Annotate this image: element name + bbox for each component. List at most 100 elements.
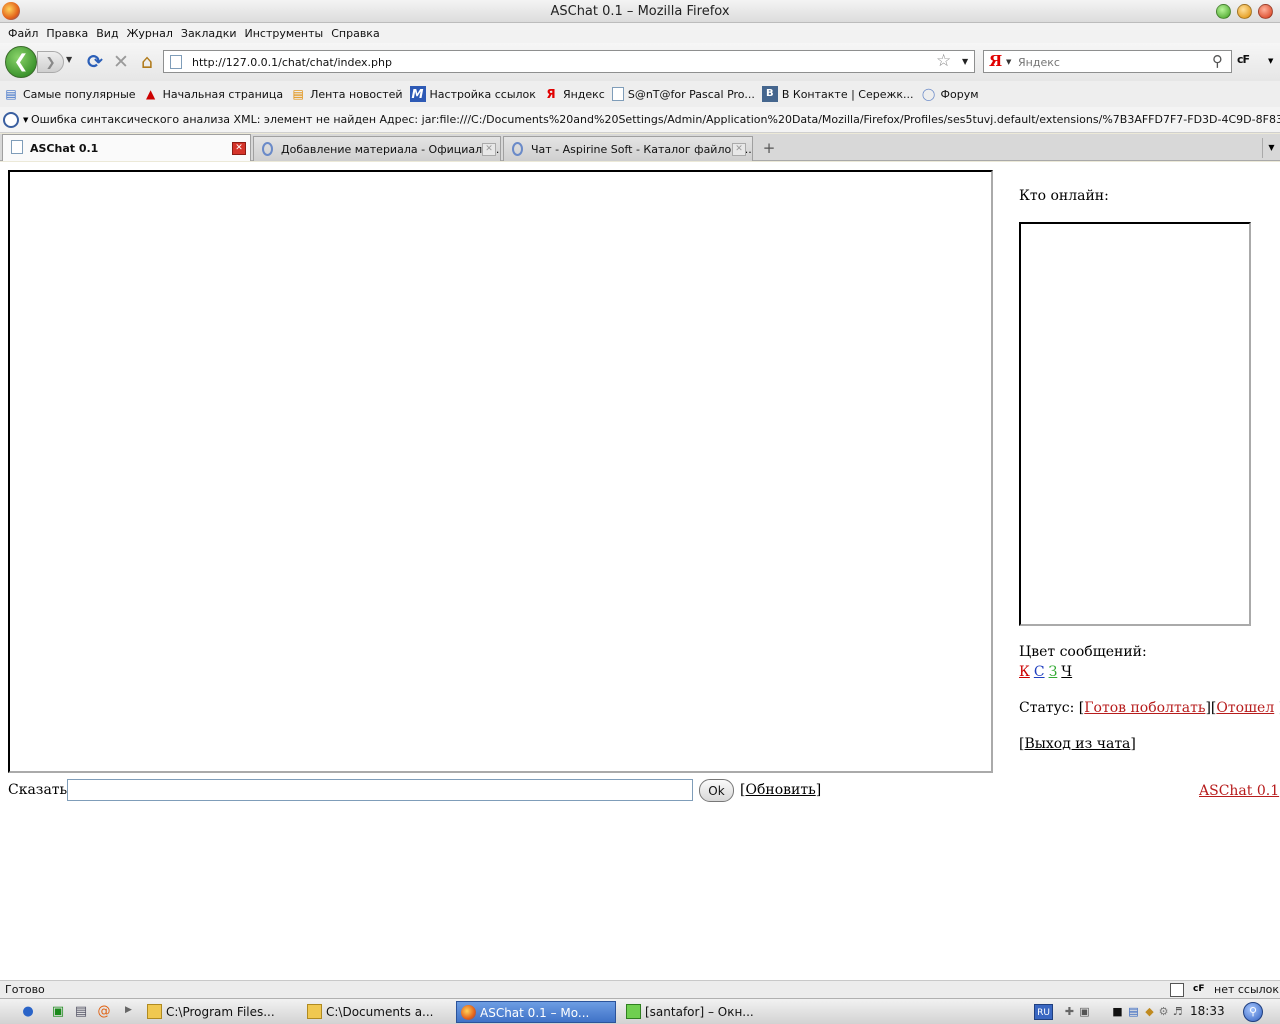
status-ready-link[interactable]: Готов поболтать [1084, 700, 1205, 716]
new-tab-button[interactable]: + [757, 138, 781, 158]
bookmark-most-visited[interactable]: ▤ Самые популярные [3, 86, 135, 102]
tab-list-button[interactable]: ▼ [1262, 138, 1280, 158]
bookmark-news-feed[interactable]: ▤ Лента новостей [290, 86, 402, 102]
window-icon[interactable]: ▤ [73, 1004, 89, 1020]
forward-arrow-icon: ❯ [45, 55, 56, 69]
message-input[interactable] [67, 779, 693, 801]
tab-close-icon[interactable]: ✕ [732, 143, 746, 156]
tray-arrow-icon[interactable]: ✚ [1062, 1004, 1077, 1019]
tab-close-icon[interactable]: ✕ [232, 142, 246, 155]
color-black-link[interactable]: Ч [1061, 664, 1072, 680]
back-arrow-icon: ❮ [13, 51, 29, 72]
network-icon[interactable]: ▣ [1077, 1004, 1092, 1019]
menu-history[interactable]: Журнал [126, 27, 174, 40]
tray-app-icon[interactable]: ■ [1110, 1004, 1125, 1019]
rss-icon: ▤ [292, 87, 304, 101]
task-documents[interactable]: C:\Documents a... [303, 1001, 453, 1023]
message-color-links: КСЗЧ [1019, 664, 1076, 680]
yandex-engine-icon[interactable]: Я [989, 52, 1002, 70]
history-dropdown-icon[interactable]: ▼ [66, 55, 72, 64]
status-text: Готово [5, 983, 45, 996]
page-icon [11, 140, 23, 154]
bookmark-link-settings[interactable]: M Настройка ссылок [409, 86, 536, 102]
bookmark-forum[interactable]: ◯ Форум [921, 86, 979, 102]
plus-icon: + [762, 139, 776, 157]
tray-window-icon[interactable]: ▤ [1126, 1004, 1141, 1019]
url-input[interactable] [192, 54, 932, 70]
task-santafor[interactable]: [santafor] – Окн... [622, 1001, 772, 1023]
tray-shield-icon[interactable]: ◆ [1142, 1004, 1157, 1019]
task-aschat-firefox[interactable]: ASChat 0.1 – Mo... [456, 1001, 616, 1023]
chat-messages-frame[interactable] [8, 170, 993, 773]
system-clock: 18:33 [1190, 1004, 1225, 1018]
url-dropdown-icon[interactable]: ▼ [962, 57, 968, 66]
firefox-icon [461, 1005, 476, 1020]
menu-bookmarks[interactable]: Закладки [180, 27, 238, 40]
status-bar: Готово cF нет ссылок [0, 980, 1280, 998]
exit-chat-link[interactable]: Выход из чата [1024, 736, 1130, 752]
mail-icon[interactable]: @ [96, 1004, 112, 1020]
extension-status-icon[interactable]: cF [1193, 984, 1209, 996]
tab-aschat[interactable]: ASChat 0.1 ✕ [2, 134, 251, 161]
menu-view[interactable]: Вид [95, 27, 119, 40]
tab-aspirine-chat[interactable]: Чат - Aspirine Soft - Каталог файлов ...… [503, 136, 753, 161]
bookmark-yandex[interactable]: Я Яндекс [543, 86, 605, 102]
refresh: [Обновить] [740, 782, 822, 798]
bookmark-star-icon[interactable]: ☆ [936, 51, 951, 71]
volume-icon[interactable]: ♬ [1170, 1004, 1185, 1019]
search-input[interactable] [1018, 54, 1208, 70]
menu-file[interactable]: Файл [7, 27, 39, 40]
extension-dropdown-icon[interactable]: ▼ [1268, 57, 1273, 65]
tab-add-material[interactable]: Добавление материала - Официальн... ✕ [253, 136, 501, 161]
back-button[interactable]: ❮ [5, 46, 37, 78]
search-icon[interactable]: ⚲ [1243, 1002, 1263, 1022]
chat-window-icon [626, 1004, 641, 1019]
page-icon [611, 87, 624, 101]
app-launcher-icon[interactable]: ▣ [50, 1004, 66, 1020]
popup-icon[interactable] [1170, 983, 1184, 997]
window-title: ASChat 0.1 – Mozilla Firefox [550, 4, 730, 19]
bookmark-pascal-pro[interactable]: S@nT@for Pascal Pro... [611, 87, 755, 101]
tab-close-icon[interactable]: ✕ [482, 143, 496, 156]
quicklaunch-arrow-icon[interactable]: ▶ [125, 1005, 132, 1015]
error-dropdown-icon[interactable]: ▼ [23, 116, 28, 124]
redhat-icon: ▲ [145, 87, 156, 101]
m-logo-icon: M [409, 86, 426, 102]
menu-edit[interactable]: Правка [45, 27, 89, 40]
extension-icon[interactable]: cF [1237, 53, 1263, 67]
online-users-frame[interactable] [1019, 222, 1251, 626]
stop-icon[interactable]: ✕ [110, 51, 132, 73]
bookmark-start-page[interactable]: ▲ Начальная страница [143, 86, 283, 102]
color-red-link[interactable]: К [1019, 664, 1030, 680]
folder-icon [147, 1004, 162, 1019]
xml-error-bar: ▼ Ошибка синтаксического анализа XML: эл… [0, 107, 1280, 133]
taskbar: ● ▣ ▤ @ ▶ C:\Program Files... C:\Documen… [0, 998, 1280, 1024]
apple-menu-icon[interactable]: ● [20, 1004, 36, 1020]
maximize-button[interactable] [1237, 4, 1252, 19]
bookmark-vkontakte[interactable]: ВВ Контакте | Сережк... [761, 86, 914, 102]
task-program-files[interactable]: C:\Program Files... [143, 1001, 299, 1023]
language-indicator[interactable]: RU [1034, 1004, 1053, 1020]
menu-help[interactable]: Справка [330, 27, 380, 40]
forward-button[interactable]: ❯ [37, 51, 64, 73]
search-icon[interactable]: ⚲ [1212, 52, 1223, 70]
reload-icon[interactable]: ⟳ [84, 51, 106, 73]
color-blue-link[interactable]: С [1034, 664, 1045, 680]
url-bar[interactable]: ☆ ▼ [163, 50, 975, 73]
forum-icon [512, 142, 523, 156]
tray-settings-icon[interactable]: ⚙ [1156, 1004, 1171, 1019]
engine-dropdown-icon[interactable]: ▼ [1006, 58, 1011, 66]
folder-icon: ▤ [5, 87, 17, 101]
refresh-link[interactable]: Обновить [745, 782, 815, 798]
xml-error-text: Ошибка синтаксического анализа XML: элем… [31, 113, 1280, 126]
links-status: нет ссылок [1214, 983, 1280, 996]
aschat-version-link[interactable]: ASChat 0.1 [1199, 783, 1279, 799]
status-away-link[interactable]: Отошел [1216, 700, 1274, 716]
menu-tools[interactable]: Инструменты [244, 27, 325, 40]
minimize-button[interactable] [1216, 4, 1231, 19]
close-window-button[interactable] [1258, 4, 1273, 19]
home-icon[interactable]: ⌂ [136, 51, 158, 73]
send-button[interactable]: Ok [699, 779, 734, 802]
search-bar[interactable]: Я ▼ ⚲ [983, 50, 1232, 73]
color-green-link[interactable]: З [1049, 664, 1058, 680]
